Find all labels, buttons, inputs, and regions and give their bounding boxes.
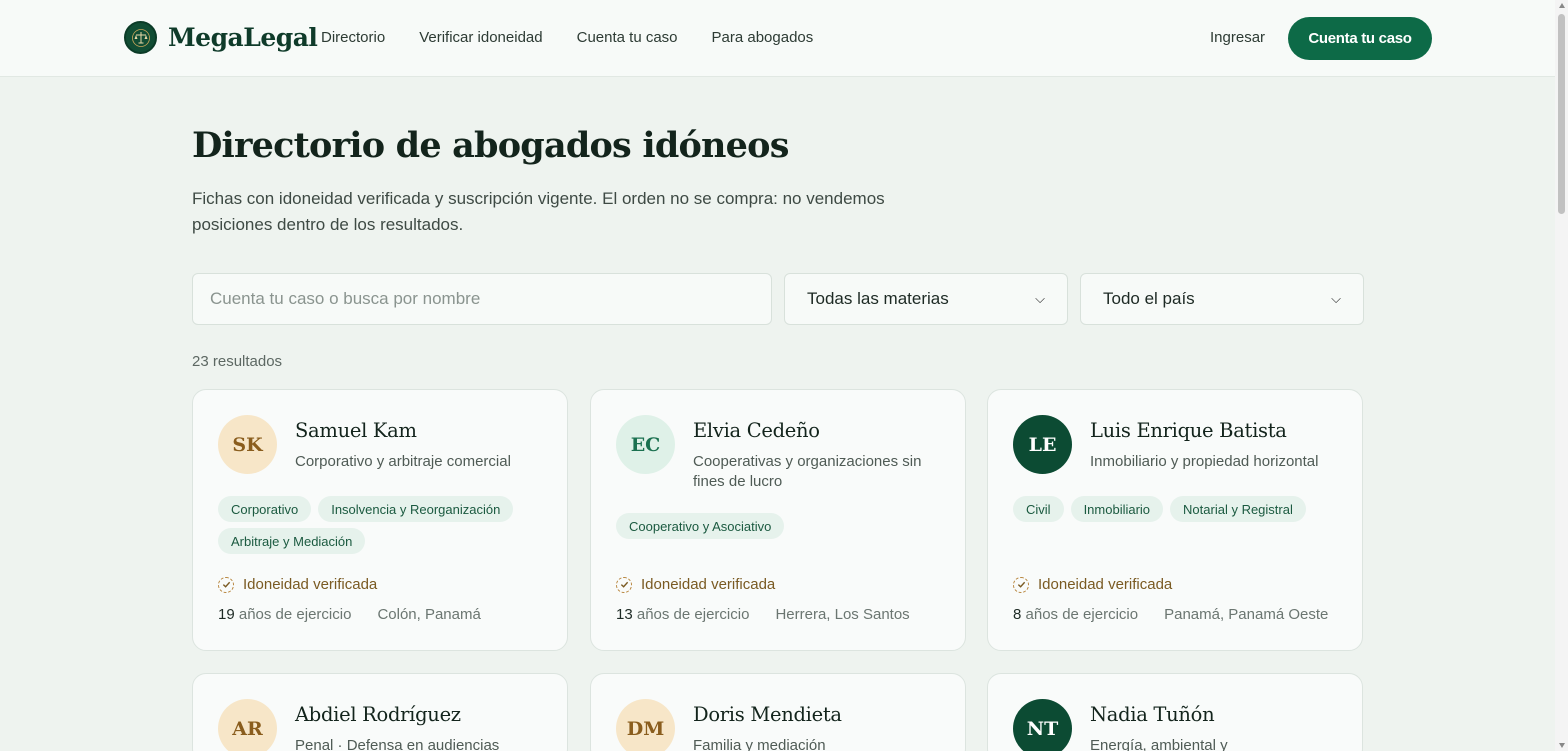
lawyer-name[interactable]: Samuel Kam: [295, 419, 417, 442]
years-label: años de ejercicio: [238, 606, 352, 623]
pais-select[interactable]: Todo el país ⌵: [1080, 273, 1364, 325]
avatar: SK: [218, 415, 277, 474]
pais-select-value: Todo el país: [1103, 289, 1195, 308]
page-title: Directorio de abogados idóneos: [192, 125, 789, 166]
site-header: MegaLegal Directorio Verificar idoneidad…: [0, 0, 1555, 77]
practice-tag: Corporativo: [218, 496, 312, 522]
years-label: años de ejercicio: [1025, 606, 1139, 623]
verified-badge: Idoneidad verificada: [218, 576, 377, 593]
avatar: AR: [218, 699, 277, 751]
years-value: 19: [218, 606, 235, 623]
materias-select[interactable]: Todas las materias ⌵: [784, 273, 1068, 325]
years-value: 13: [616, 606, 633, 623]
practice-tag: Notarial y Registral: [1170, 496, 1306, 522]
lawyer-card[interactable]: AR Abdiel Rodríguez Penal · Defensa en a…: [192, 673, 568, 751]
verified-label: Idoneidad verificada: [1038, 576, 1173, 593]
lawyer-specialty: Cooperativas y organizaciones sin fines …: [693, 453, 922, 490]
lawyer-name[interactable]: Luis Enrique Batista: [1090, 419, 1287, 442]
brand-logo[interactable]: MegaLegal: [124, 21, 318, 54]
scroll-down-arrow[interactable]: [1559, 743, 1565, 748]
lawyer-meta: 19 años de ejercicio Colón, Panamá: [218, 606, 481, 623]
lawyer-location: Colón, Panamá: [377, 606, 481, 623]
lawyer-meta: 13 años de ejercicio Herrera, Los Santos: [616, 606, 910, 623]
years-value: 8: [1013, 606, 1022, 623]
lawyer-name[interactable]: Doris Mendieta: [693, 703, 842, 726]
scroll-up-arrow[interactable]: [1559, 3, 1565, 8]
lawyer-meta: 8 años de ejercicio Panamá, Panamá Oeste: [1013, 606, 1328, 623]
results-count: 23 resultados: [192, 353, 283, 370]
lawyer-name[interactable]: Elvia Cedeño: [693, 419, 820, 442]
verified-check-icon: [616, 576, 632, 593]
verified-badge: Idoneidad verificada: [1013, 576, 1172, 593]
practice-tag: Inmobiliario: [1070, 496, 1164, 522]
tag-list: Cooperativo y Asociativo: [616, 513, 946, 545]
lawyer-name[interactable]: Abdiel Rodríguez: [295, 703, 461, 726]
tag-list: Civil Inmobiliario Notarial y Registral: [1013, 496, 1343, 528]
lawyer-card[interactable]: SK Samuel Kam Corporativo y arbitraje co…: [192, 389, 568, 651]
verified-check-icon: [218, 576, 234, 593]
practice-tag: Arbitraje y Mediación: [218, 528, 366, 554]
lawyer-location: Panamá, Panamá Oeste: [1164, 606, 1329, 623]
page-subtitle: Fichas con idoneidad verificada y suscri…: [192, 189, 885, 234]
avatar: NT: [1013, 699, 1072, 751]
chevron-down-icon: ⌵: [1331, 291, 1341, 306]
lawyer-specialty: Energía, ambiental y: [1090, 737, 1228, 751]
scales-icon: [124, 21, 157, 54]
search-input[interactable]: Cuenta tu caso o busca por nombre: [192, 273, 772, 325]
practice-tag: Insolvencia y Reorganización: [318, 496, 514, 522]
lawyer-card[interactable]: LE Luis Enrique Batista Inmobiliario y p…: [987, 389, 1363, 651]
verified-badge: Idoneidad verificada: [616, 576, 775, 593]
nav-directorio[interactable]: Directorio: [321, 29, 385, 46]
nav-cuenta-tu-caso[interactable]: Cuenta tu caso: [577, 29, 678, 46]
avatar: EC: [616, 415, 675, 474]
scrollbar[interactable]: [1555, 0, 1568, 751]
cuenta-tu-caso-button[interactable]: Cuenta tu caso: [1288, 17, 1432, 60]
lawyer-card[interactable]: NT Nadia Tuñón Energía, ambiental y: [987, 673, 1363, 751]
lawyer-card[interactable]: EC Elvia Cedeño Cooperativas y organizac…: [590, 389, 966, 651]
chevron-down-icon: ⌵: [1035, 291, 1045, 306]
years-label: años de ejercicio: [636, 606, 750, 623]
practice-tag: Cooperativo y Asociativo: [616, 513, 785, 539]
lawyer-specialty: Corporativo y arbitraje comercial: [295, 453, 511, 470]
tag-list: Corporativo Insolvencia y Reorganización…: [218, 496, 548, 560]
lawyer-specialty: Inmobiliario y propiedad horizontal: [1090, 453, 1319, 470]
avatar: LE: [1013, 415, 1072, 474]
practice-tag: Civil: [1013, 496, 1064, 522]
materias-select-value: Todas las materias: [807, 289, 949, 308]
lawyer-specialty: Penal · Defensa en audiencias: [295, 737, 500, 751]
lawyer-specialty: Familia y mediación: [693, 737, 826, 751]
nav-para-abogados[interactable]: Para abogados: [712, 29, 814, 46]
lawyer-location: Herrera, Los Santos: [775, 606, 910, 623]
brand-name: MegaLegal: [168, 23, 318, 52]
login-link[interactable]: Ingresar: [1210, 29, 1265, 46]
lawyer-name[interactable]: Nadia Tuñón: [1090, 703, 1215, 726]
nav-verificar-idoneidad[interactable]: Verificar idoneidad: [419, 29, 542, 46]
lawyer-card[interactable]: DM Doris Mendieta Familia y mediación: [590, 673, 966, 751]
main-nav: Directorio Verificar idoneidad Cuenta tu…: [321, 29, 847, 46]
scroll-thumb[interactable]: [1558, 14, 1565, 214]
avatar: DM: [616, 699, 675, 751]
verified-check-icon: [1013, 576, 1029, 593]
verified-label: Idoneidad verificada: [641, 576, 776, 593]
verified-label: Idoneidad verificada: [243, 576, 378, 593]
